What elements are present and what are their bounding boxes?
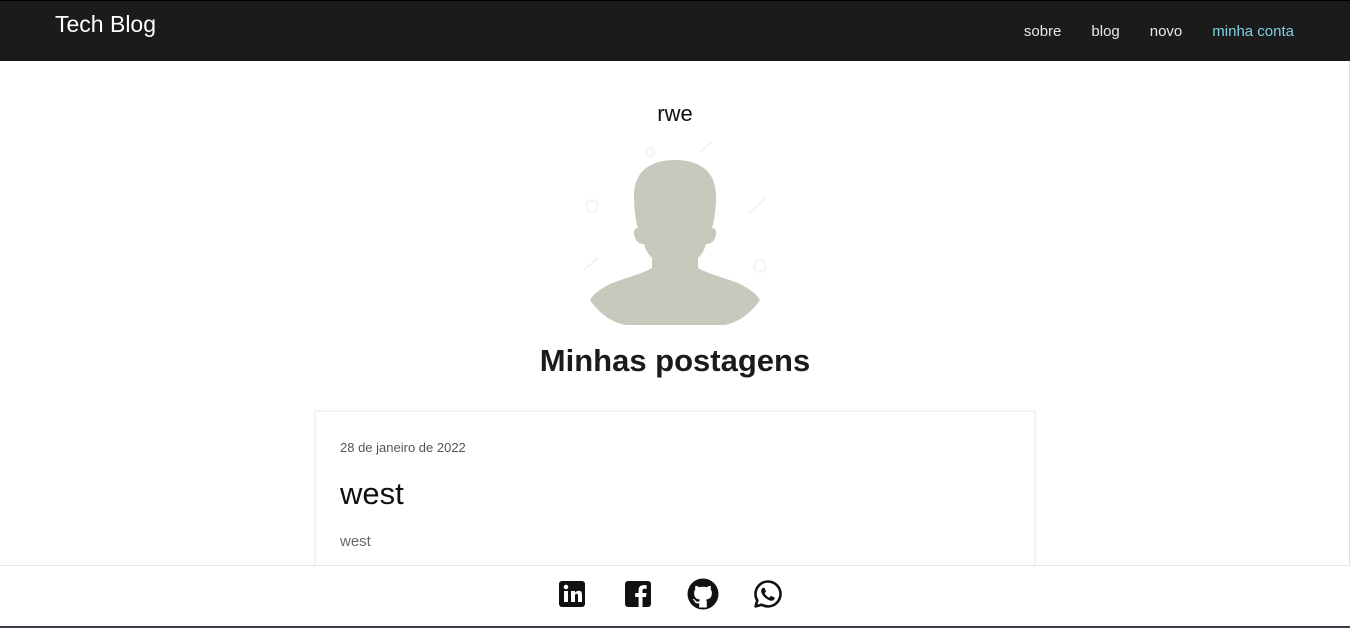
- linkedin-icon[interactable]: [558, 578, 590, 610]
- post-date: 28 de janeiro de 2022: [340, 440, 466, 455]
- post-excerpt: west: [340, 533, 371, 550]
- facebook-icon[interactable]: [624, 578, 656, 610]
- profile-avatar: [580, 140, 770, 325]
- brand-logo-link[interactable]: Tech Blog: [55, 11, 156, 38]
- whatsapp-icon[interactable]: [752, 578, 784, 610]
- nav-link-sobre[interactable]: sobre: [1024, 22, 1062, 42]
- nav-link-novo[interactable]: novo: [1150, 22, 1183, 42]
- post-card[interactable]: 28 de janeiro de 2022 west west: [315, 411, 1035, 571]
- user-silhouette-icon: [583, 141, 767, 325]
- github-icon[interactable]: [687, 578, 719, 610]
- post-title-link[interactable]: west: [340, 476, 404, 512]
- top-navbar: Tech Blog sobre blog novo minha conta: [0, 0, 1350, 61]
- nav-link-minha-conta[interactable]: minha conta: [1212, 22, 1294, 42]
- site-footer: [0, 565, 1350, 628]
- nav-link-blog[interactable]: blog: [1091, 22, 1119, 42]
- my-posts-heading: Minhas postagens: [539, 343, 811, 378]
- main-nav: sobre blog novo minha conta: [994, 22, 1294, 42]
- profile-username: rwe: [657, 101, 693, 126]
